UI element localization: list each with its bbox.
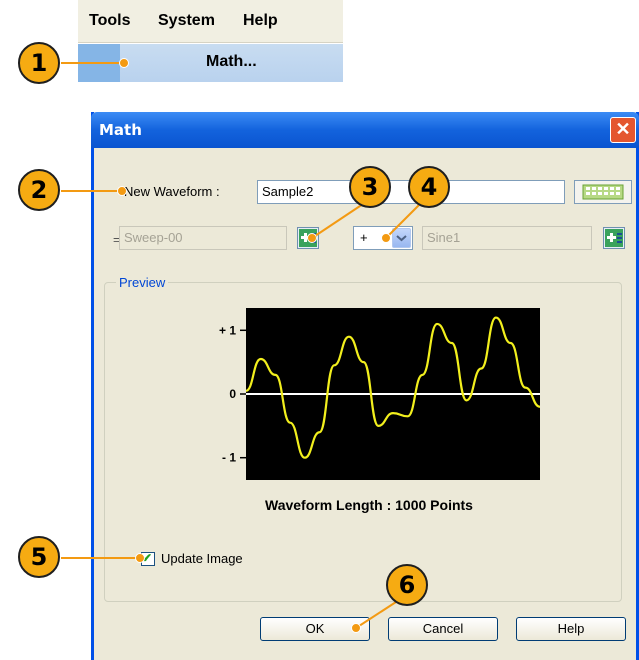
leader-dot-6: [351, 623, 361, 633]
leader-dot-3: [307, 233, 317, 243]
leader-line-3: [311, 201, 367, 239]
callout-2: 2: [18, 169, 60, 211]
leader-line-4: [385, 201, 423, 239]
leader-lines-diagonal: [307, 201, 423, 633]
leader-dot-4: [381, 233, 391, 243]
callout-1: 1: [18, 42, 60, 84]
leader-line-6: [355, 601, 397, 629]
callout-6: 6: [386, 564, 428, 606]
callout-5: 5: [18, 536, 60, 578]
callout-4: 4: [408, 166, 450, 208]
callout-3: 3: [349, 166, 391, 208]
